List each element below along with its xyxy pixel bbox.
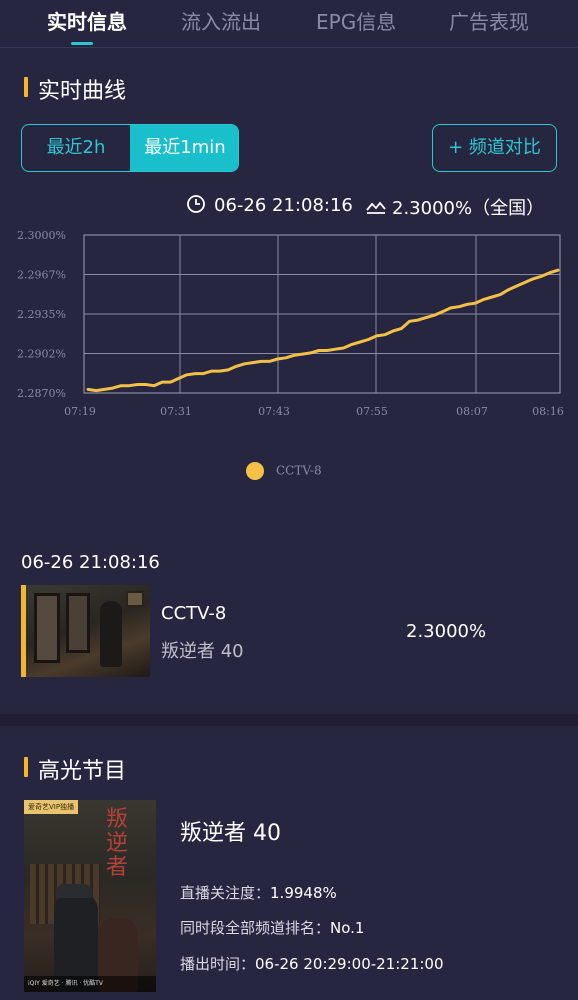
clock-icon	[187, 195, 205, 213]
current-rating-text: 2.3000%（全国）	[392, 198, 545, 219]
realtime-chart: 2.3000% 2.2967% 2.2935% 2.2902% 2.2870% 07:19…	[0, 225, 578, 425]
channel-compare-button[interactable]: + 频道对比	[432, 124, 557, 172]
current-program-card[interactable]: CCTV-8 叛逆者 40 2.3000%	[21, 585, 561, 677]
y-tick-label: 2.2902%	[17, 348, 66, 361]
airtime-value: 06-26 20:29:00-21:21:00	[255, 955, 444, 973]
channel-name: CCTV-8	[161, 603, 227, 624]
program-thumbnail	[26, 585, 150, 677]
poster-platform-logos: iQIY 爱奇艺 · 腾讯 · 优酷TV	[24, 976, 156, 992]
active-tab-indicator	[71, 42, 93, 45]
section-title-text: 高光节目	[38, 759, 127, 784]
series-line-cctv-8	[86, 268, 560, 393]
highlight-program-title: 叛逆者 40	[180, 821, 281, 846]
attention-value: 1.9948%	[270, 884, 337, 902]
current-rating: 2.3000%（全国）	[366, 194, 544, 220]
section-highlight-programs: 高光节目	[24, 753, 126, 785]
episode-name: 叛逆者 40	[161, 641, 244, 662]
rank-row: 同时段全部频道排名：No.1	[180, 917, 364, 938]
section-realtime-curve: 实时曲线	[24, 73, 126, 105]
program-rating: 2.3000%	[406, 621, 487, 642]
current-timestamp: 06-26 21:08:16	[214, 195, 353, 216]
tab-flow[interactable]: 流入流出	[181, 6, 261, 35]
range-2h-button[interactable]: 最近2h	[22, 125, 130, 171]
tab-epg[interactable]: EPG信息	[316, 6, 396, 35]
current-time: 06-26 21:08:16	[186, 194, 353, 216]
legend-swatch	[246, 462, 264, 480]
section-accent-bar	[24, 77, 28, 97]
section-title-text: 实时曲线	[38, 79, 127, 104]
y-tick-label: 2.2967%	[17, 269, 66, 282]
time-range-toggle: 最近2h 最近1min	[21, 124, 239, 172]
tab-ad-performance[interactable]: 广告表现	[449, 6, 529, 35]
y-tick-label: 2.2935%	[17, 308, 66, 321]
rank-value: No.1	[330, 919, 365, 937]
tab-bar: 实时信息 流入流出 EPG信息 广告表现	[0, 0, 578, 48]
poster-badge: 爱奇艺VIP独播	[24, 800, 79, 814]
rank-label: 同时段全部频道排名：	[180, 919, 331, 937]
x-tick-label: 07:55	[356, 405, 388, 418]
section-divider	[0, 714, 578, 726]
program-poster[interactable]: 爱奇艺VIP独播 叛逆者 iQIY 爱奇艺 · 腾讯 · 优酷TV	[24, 800, 156, 992]
x-tick-label: 08:16	[532, 405, 564, 418]
airtime-row: 播出时间：06-26 20:29:00-21:21:00	[180, 953, 444, 974]
x-tick-label: 07:31	[160, 405, 192, 418]
y-tick-label: 2.2870%	[17, 387, 66, 400]
x-tick-label: 08:07	[456, 405, 488, 418]
y-tick-label: 2.3000%	[17, 229, 66, 242]
range-1min-button[interactable]: 最近1min	[130, 125, 238, 171]
realtime-line-chart: 2.3000% 2.2967% 2.2935% 2.2902% 2.2870% 07:19…	[17, 229, 564, 418]
section-accent-bar	[24, 757, 28, 777]
legend-label: CCTV-8	[276, 463, 322, 478]
airtime-label: 播出时间：	[180, 955, 256, 973]
attention-row: 直播关注度：1.9948%	[180, 882, 337, 903]
x-tick-label: 07:19	[64, 405, 96, 418]
attention-label: 直播关注度：	[180, 884, 271, 902]
tab-realtime-info[interactable]: 实时信息	[47, 6, 127, 35]
trend-icon	[366, 201, 386, 214]
x-tick-label: 07:43	[258, 405, 290, 418]
snapshot-timestamp: 06-26 21:08:16	[21, 552, 160, 573]
poster-title: 叛逆者	[106, 807, 129, 880]
chart-legend: CCTV-8	[246, 462, 322, 480]
